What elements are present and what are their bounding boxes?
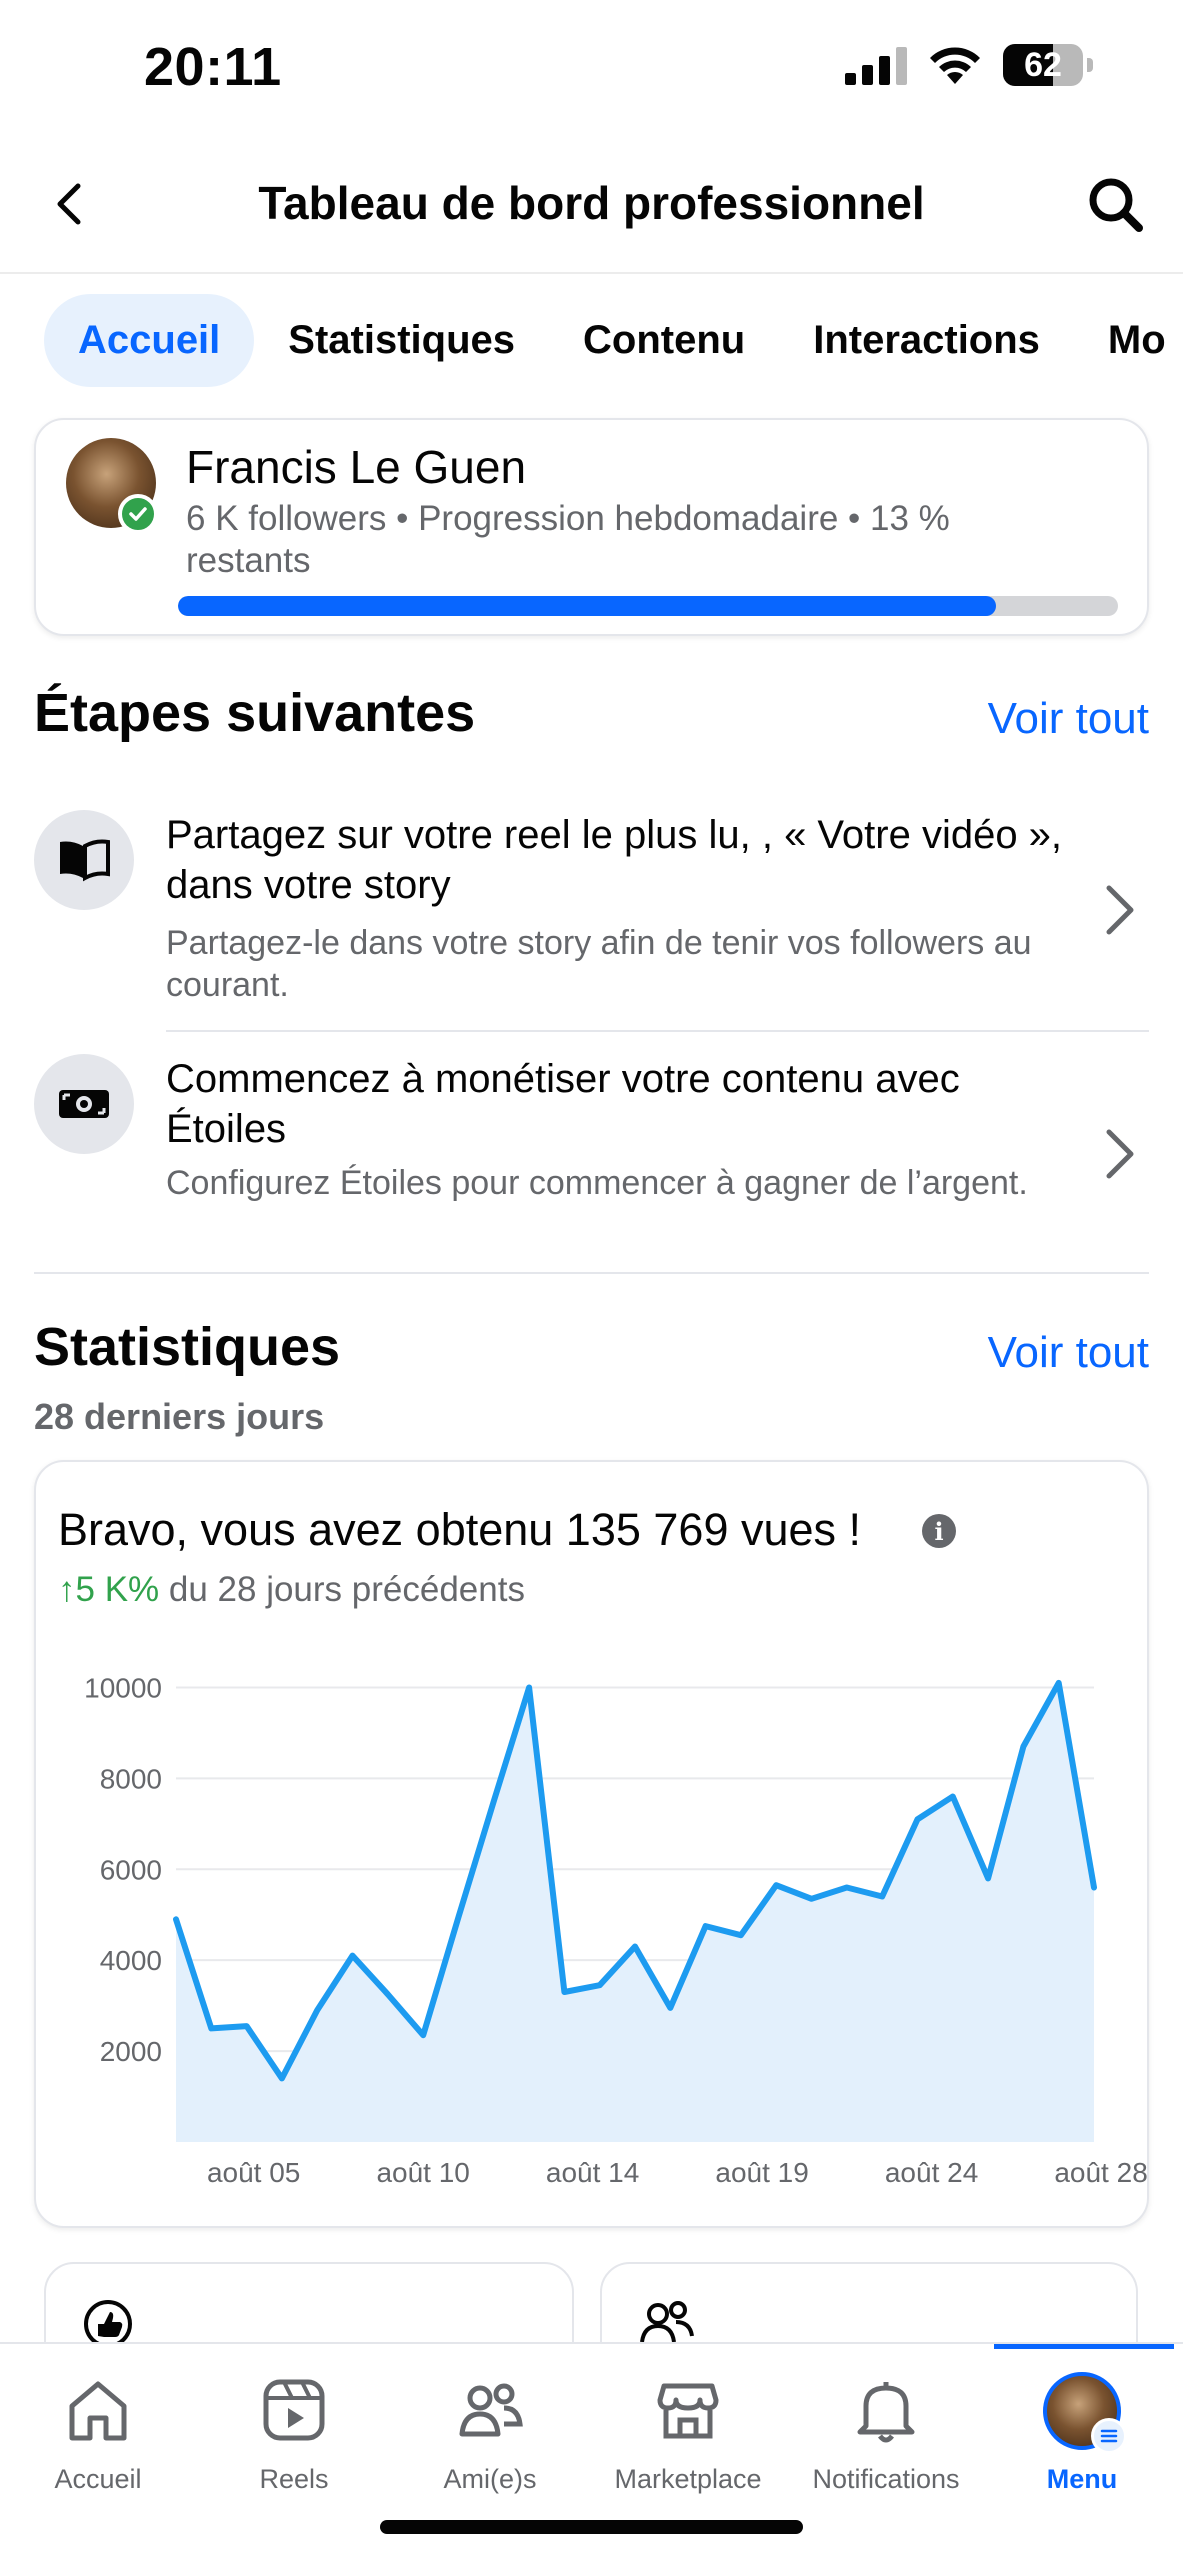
- statistics-period: 28 derniers jours: [34, 1396, 325, 1437]
- x-tick-label: août 24: [885, 2157, 978, 2188]
- step-share-reel[interactable]: Partagez sur votre reel le plus lu, , « …: [34, 810, 1149, 1020]
- tab-more[interactable]: Mo: [1074, 294, 1183, 387]
- divider: [34, 1272, 1149, 1274]
- reels-icon: [263, 2379, 325, 2441]
- verified-check-icon: [118, 494, 158, 534]
- book-icon: [34, 810, 134, 910]
- nav-home[interactable]: Accueil: [0, 2372, 196, 2495]
- nav-label: Reels: [259, 2464, 329, 2494]
- search-icon[interactable]: [1081, 170, 1151, 240]
- step-title: Partagez sur votre reel le plus lu, , « …: [166, 813, 1063, 907]
- next-steps-title: Étapes suivantes: [34, 683, 476, 743]
- nav-menu[interactable]: Menu: [984, 2372, 1180, 2495]
- y-tick-label: 8000: [100, 1763, 162, 1794]
- home-icon: [69, 2381, 127, 2441]
- status-time: 20:11: [144, 37, 282, 97]
- nav-label: Marketplace: [614, 2464, 762, 2494]
- marketplace-icon: [657, 2383, 719, 2439]
- active-tab-indicator: [994, 2344, 1174, 2349]
- tab-interactions[interactable]: Interactions: [779, 294, 1074, 387]
- progress-fill: [178, 596, 996, 616]
- x-tick-label: août 19: [715, 2157, 808, 2188]
- tab-bar: Accueil Statistiques Contenu Interaction…: [44, 294, 1183, 387]
- chevron-right-icon: [1106, 1129, 1134, 1179]
- wifi-icon: [930, 47, 980, 84]
- app-header: Tableau de bord professionnel: [0, 140, 1183, 274]
- signal-icon: [845, 45, 907, 85]
- nav-label: Notifications: [812, 2464, 960, 2494]
- x-tick-label: août 10: [376, 2157, 469, 2188]
- profile-card[interactable]: Francis Le Guen 6 K followers • Progress…: [34, 418, 1149, 636]
- divider: [166, 1030, 1149, 1032]
- nav-notifications[interactable]: Notifications: [788, 2372, 984, 2495]
- chart-area-fill: [176, 1682, 1094, 2142]
- menu-avatar: [1043, 2372, 1127, 2454]
- tab-statistiques[interactable]: Statistiques: [254, 294, 549, 387]
- profile-name: Francis Le Guen: [186, 441, 527, 493]
- nav-marketplace[interactable]: Marketplace: [590, 2372, 786, 2495]
- money-icon: [34, 1054, 134, 1154]
- views-stats-card[interactable]: Bravo, vous avez obtenu 135 769 vues ! i…: [34, 1460, 1149, 2228]
- battery-icon: 62: [1003, 44, 1083, 86]
- tab-contenu[interactable]: Contenu: [549, 294, 779, 387]
- page-title: Tableau de bord professionnel: [258, 177, 925, 229]
- friends-icon: [459, 2383, 523, 2437]
- nav-label: Accueil: [54, 2464, 142, 2494]
- battery-tip: [1087, 58, 1093, 72]
- y-tick-label: 2000: [100, 2036, 162, 2067]
- views-chart: 2000 4000 6000 8000 10000 août 05 août 10 août …: [84, 1672, 1148, 2188]
- weekly-progress-bar: [178, 596, 1118, 616]
- y-tick-label: 10000: [84, 1672, 162, 1703]
- x-tick-label: août 28: [1054, 2157, 1147, 2188]
- nav-friends[interactable]: Ami(e)s: [392, 2372, 588, 2495]
- status-bar: 20:11 62: [0, 0, 1183, 140]
- y-tick-label: 4000: [100, 1945, 162, 1976]
- next-steps-see-all-link[interactable]: Voir tout: [988, 694, 1149, 744]
- bell-icon: [857, 2382, 915, 2443]
- x-tick-label: août 05: [207, 2157, 300, 2188]
- menu-lines-icon: [1091, 2418, 1127, 2454]
- x-tick-label: août 14: [546, 2157, 639, 2188]
- step-monetize-stars[interactable]: Commencez à monétiser votre contenu avec…: [34, 1054, 1149, 1264]
- nav-reels[interactable]: Reels: [196, 2372, 392, 2495]
- home-indicator: [380, 2520, 803, 2534]
- statistics-title: Statistiques: [34, 1317, 341, 1377]
- y-tick-label: 6000: [100, 1854, 162, 1885]
- step-title: Commencez à monétiser votre contenu avec…: [166, 1057, 960, 1151]
- status-icons: 62: [845, 44, 1093, 86]
- profile-subtitle: 6 K followers • Progression hebdomadaire…: [186, 499, 950, 580]
- chevron-right-icon: [1106, 885, 1134, 935]
- nav-label: Ami(e)s: [443, 2464, 537, 2494]
- step-description: Configurez Étoiles pour commencer à gagn…: [166, 1164, 1028, 1202]
- statistics-see-all-link[interactable]: Voir tout: [988, 1328, 1149, 1378]
- tab-accueil[interactable]: Accueil: [44, 294, 255, 387]
- step-description: Partagez-le dans votre story afin de ten…: [166, 924, 1032, 1004]
- battery-level: 62: [1024, 45, 1062, 84]
- nav-label: Menu: [1046, 2464, 1118, 2494]
